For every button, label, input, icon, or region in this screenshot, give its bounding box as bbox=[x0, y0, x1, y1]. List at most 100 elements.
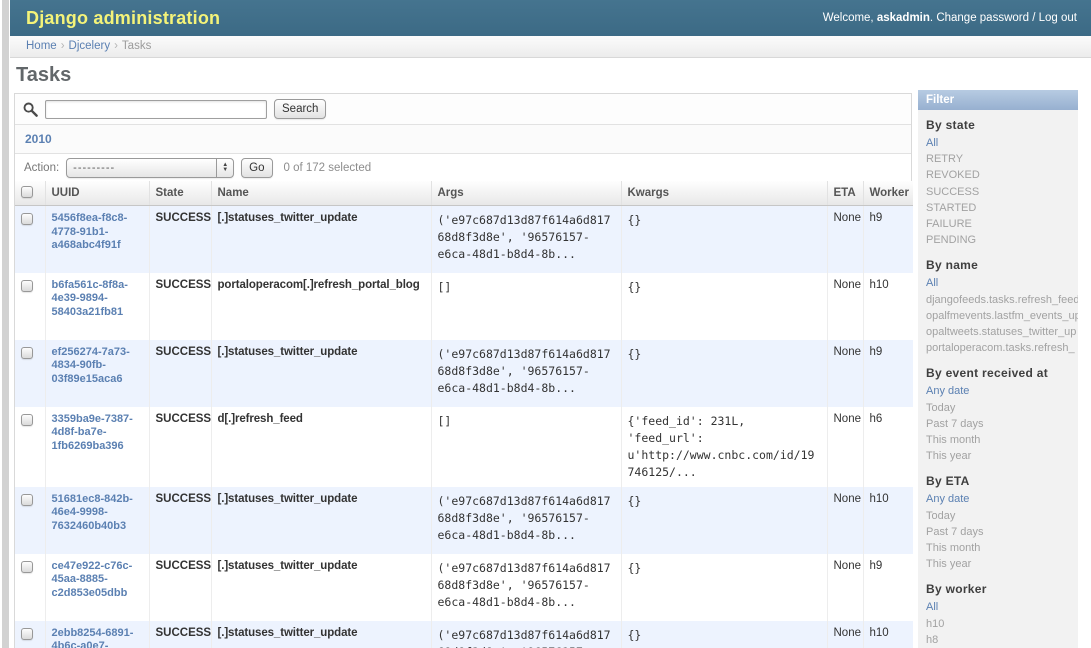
filter-option[interactable]: Any date bbox=[926, 383, 1078, 399]
date-hierarchy-year-link[interactable]: 2010 bbox=[25, 132, 52, 146]
name-cell: [.]statuses_twitter_update bbox=[211, 554, 431, 621]
worker-cell: h6 bbox=[863, 407, 913, 487]
window-edge-strip bbox=[0, 0, 10, 648]
state-cell: SUCCESS bbox=[149, 273, 211, 340]
filter-option[interactable]: This year bbox=[926, 556, 1078, 572]
row-select-cell bbox=[15, 554, 45, 621]
row-checkbox[interactable] bbox=[21, 280, 33, 292]
select-all-checkbox[interactable] bbox=[21, 186, 33, 198]
worker-cell: h9 bbox=[863, 340, 913, 407]
task-uuid-link[interactable]: 3359ba9e-7387-4d8f-ba7e-1fb6269ba396 bbox=[52, 413, 143, 454]
row-checkbox[interactable] bbox=[21, 494, 33, 506]
row-checkbox[interactable] bbox=[21, 414, 33, 426]
filter-option[interactable]: This month bbox=[926, 432, 1078, 448]
filter-option[interactable]: PENDING bbox=[926, 232, 1078, 248]
task-uuid-link[interactable]: 51681ec8-842b-46e4-9998-7632460b40b3 bbox=[52, 493, 143, 534]
page-title: Tasks bbox=[16, 64, 71, 87]
uuid-cell: 2ebb8254-6891-4b6c-a0e7-4ab88c494997 bbox=[45, 621, 149, 648]
task-uuid-link[interactable]: ef256274-7a73-4834-90fb-03f89e15aca6 bbox=[52, 346, 143, 387]
table-header-row: UUIDStateNameArgsKwargsETAWorker bbox=[15, 181, 913, 206]
kwargs-cell: {'feed_id': 231L, 'feed_url': u'http://w… bbox=[621, 407, 827, 487]
filter-option[interactable]: SUCCESS bbox=[926, 184, 1078, 200]
worker-cell: h10 bbox=[863, 273, 913, 340]
row-select-cell bbox=[15, 407, 45, 487]
state-cell: SUCCESS bbox=[149, 621, 211, 648]
filter-option[interactable]: h8 bbox=[926, 632, 1078, 648]
task-uuid-link[interactable]: 2ebb8254-6891-4b6c-a0e7-4ab88c494997 bbox=[52, 627, 143, 648]
eta-cell: None bbox=[827, 206, 863, 273]
breadcrumb-djcelery[interactable]: Djcelery bbox=[69, 40, 111, 52]
filter-option[interactable]: FAILURE bbox=[926, 216, 1078, 232]
uuid-cell: 51681ec8-842b-46e4-9998-7632460b40b3 bbox=[45, 487, 149, 554]
args-cell: [] bbox=[431, 273, 621, 340]
filter-section-title: By event received at bbox=[926, 366, 1078, 380]
change-password-link[interactable]: Change password bbox=[936, 12, 1029, 24]
filter-option[interactable]: STARTED bbox=[926, 200, 1078, 216]
column-header[interactable]: State bbox=[149, 181, 211, 206]
state-cell: SUCCESS bbox=[149, 340, 211, 407]
filter-option[interactable]: Past 7 days bbox=[926, 416, 1078, 432]
breadcrumb-home[interactable]: Home bbox=[26, 40, 57, 52]
logout-link[interactable]: Log out bbox=[1039, 12, 1077, 24]
worker-cell: h9 bbox=[863, 206, 913, 273]
eta-cell: None bbox=[827, 554, 863, 621]
kwargs-cell: {} bbox=[621, 206, 827, 273]
search-button[interactable]: Search bbox=[274, 99, 326, 119]
eta-cell: None bbox=[827, 340, 863, 407]
args-cell: ('e97c687d13d87f614a6d81768d8f3d8e', '96… bbox=[431, 206, 621, 273]
filter-option[interactable]: portaloperacom.tasks.refresh_ bbox=[926, 340, 1078, 356]
filter-option[interactable]: opaltweets.statuses_twitter_up bbox=[926, 324, 1078, 340]
action-select-value: --------- bbox=[67, 162, 216, 174]
task-uuid-link[interactable]: b6fa561c-8f8a-4e39-9894-58403a21fb81 bbox=[52, 279, 143, 320]
args-cell: ('e97c687d13d87f614a6d81768d8f3d8e', '96… bbox=[431, 340, 621, 407]
filter-option[interactable]: REVOKED bbox=[926, 167, 1078, 183]
filter-section-title: By name bbox=[926, 258, 1078, 272]
select-all-header bbox=[15, 181, 45, 206]
filter-section-title: By state bbox=[926, 118, 1078, 132]
filter-title: Filter bbox=[918, 90, 1078, 110]
kwargs-cell: {} bbox=[621, 554, 827, 621]
filter-section-by-state: By state AllRETRYREVOKEDSUCCESSSTARTEDFA… bbox=[926, 118, 1078, 248]
filter-option[interactable]: Today bbox=[926, 508, 1078, 524]
name-cell: d[.]refresh_feed bbox=[211, 407, 431, 487]
select-stepper-icon: ▲▼ bbox=[216, 159, 233, 177]
breadcrumb-current: Tasks bbox=[122, 40, 151, 52]
filter-option[interactable]: Today bbox=[926, 400, 1078, 416]
task-uuid-link[interactable]: 5456f8ea-f8c8-4778-91b1-a468abc4f91f bbox=[52, 212, 143, 253]
column-header[interactable]: Worker bbox=[863, 181, 913, 206]
row-checkbox[interactable] bbox=[21, 213, 33, 225]
filter-option[interactable]: This month bbox=[926, 540, 1078, 556]
row-checkbox[interactable] bbox=[21, 561, 33, 573]
search-input[interactable] bbox=[45, 100, 267, 119]
filter-option[interactable]: RETRY bbox=[926, 151, 1078, 167]
column-header[interactable]: ETA bbox=[827, 181, 863, 206]
row-checkbox[interactable] bbox=[21, 347, 33, 359]
action-select[interactable]: --------- ▲▼ bbox=[66, 158, 234, 178]
filter-option[interactable]: This year bbox=[926, 448, 1078, 464]
filter-option[interactable]: h10 bbox=[926, 616, 1078, 632]
filter-option[interactable]: Any date bbox=[926, 491, 1078, 507]
filter-option[interactable]: djangofeeds.tasks.refresh_feed bbox=[926, 292, 1078, 308]
state-cell: SUCCESS bbox=[149, 487, 211, 554]
row-select-cell bbox=[15, 206, 45, 273]
filter-section-by-eta: By ETA Any dateTodayPast 7 daysThis mont… bbox=[926, 474, 1078, 572]
column-header[interactable]: Name bbox=[211, 181, 431, 206]
filter-option[interactable]: All bbox=[926, 599, 1078, 615]
action-go-button[interactable]: Go bbox=[241, 158, 272, 178]
column-header[interactable]: UUID bbox=[45, 181, 149, 206]
state-cell: SUCCESS bbox=[149, 554, 211, 621]
row-checkbox[interactable] bbox=[21, 628, 33, 640]
task-uuid-link[interactable]: ce47e922-c76c-45aa-8885-c2d853e05dbb bbox=[52, 560, 143, 601]
uuid-cell: 3359ba9e-7387-4d8f-ba7e-1fb6269ba396 bbox=[45, 407, 149, 487]
filter-option[interactable]: Past 7 days bbox=[926, 524, 1078, 540]
filter-option[interactable]: opalfmevents.lastfm_events_up bbox=[926, 308, 1078, 324]
column-header[interactable]: Kwargs bbox=[621, 181, 827, 206]
admin-header: Django administration Welcome, askadmin.… bbox=[10, 0, 1091, 36]
filter-option[interactable]: All bbox=[926, 135, 1078, 151]
filter-section-title: By ETA bbox=[926, 474, 1078, 488]
filter-option[interactable]: All bbox=[926, 275, 1078, 291]
actions-bar: Action: --------- ▲▼ Go 0 of 172 selecte… bbox=[15, 154, 911, 181]
eta-cell: None bbox=[827, 621, 863, 648]
site-title: Django administration bbox=[26, 8, 220, 29]
column-header[interactable]: Args bbox=[431, 181, 621, 206]
